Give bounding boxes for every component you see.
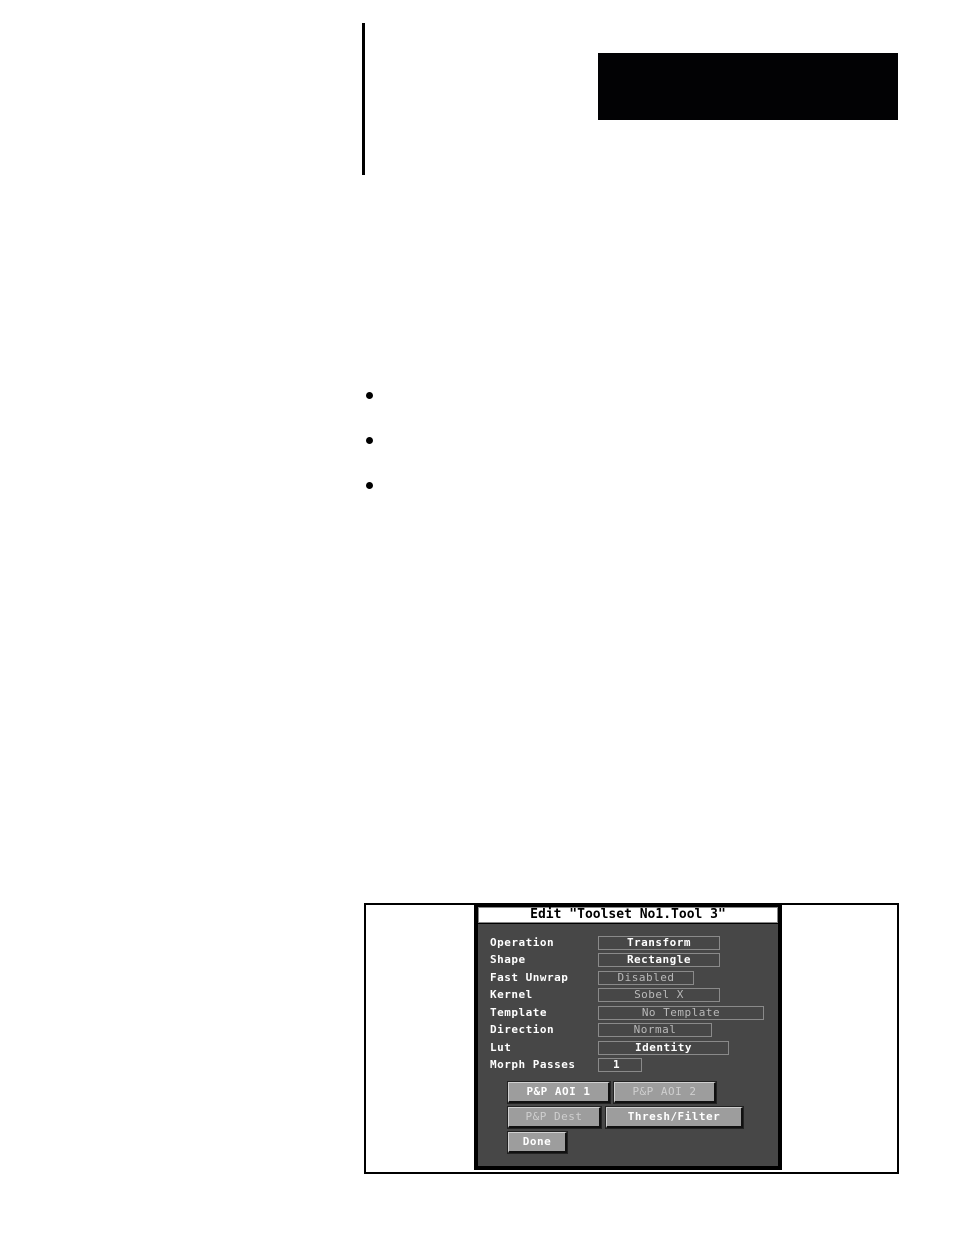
shape-value[interactable]: Rectangle: [598, 953, 720, 967]
field-label: Kernel: [490, 988, 533, 1001]
field-label: Operation: [490, 936, 555, 949]
dialog-body: Operation Transform Shape Rectangle Fast…: [478, 924, 778, 1166]
template-value: No Template: [598, 1006, 764, 1020]
dialog-title: Edit "Toolset No1.Tool 3": [478, 907, 778, 923]
direction-value: Normal: [598, 1023, 712, 1037]
morph-passes-value[interactable]: 1: [598, 1058, 642, 1072]
bullet-icon: [366, 482, 373, 489]
bullet-icon: [366, 392, 373, 399]
morph-passes-number: 1: [613, 1058, 621, 1071]
operation-value[interactable]: Transform: [598, 936, 720, 950]
pp-aoi-2-button: P&P AOI 2: [614, 1082, 716, 1103]
margin-rule: [362, 23, 365, 175]
chapter-tab: [598, 53, 898, 120]
thresh-filter-button[interactable]: Thresh/Filter: [606, 1107, 743, 1128]
field-label: Direction: [490, 1023, 555, 1036]
pp-aoi-1-button[interactable]: P&P AOI 1: [508, 1082, 610, 1103]
kernel-value: Sobel X: [598, 988, 720, 1002]
field-label: Template: [490, 1006, 547, 1019]
pp-dest-button: P&P Dest: [508, 1107, 601, 1128]
field-label: Lut: [490, 1041, 512, 1054]
lut-value[interactable]: Identity: [598, 1041, 729, 1055]
bullet-icon: [366, 437, 373, 444]
field-label: Morph Passes: [490, 1058, 576, 1071]
field-label: Shape: [490, 953, 526, 966]
field-label: Fast Unwrap: [490, 971, 569, 984]
fast-unwrap-value: Disabled: [598, 971, 694, 985]
edit-tool-dialog: Edit "Toolset No1.Tool 3" Operation Tran…: [474, 903, 782, 1170]
done-button[interactable]: Done: [508, 1132, 567, 1153]
